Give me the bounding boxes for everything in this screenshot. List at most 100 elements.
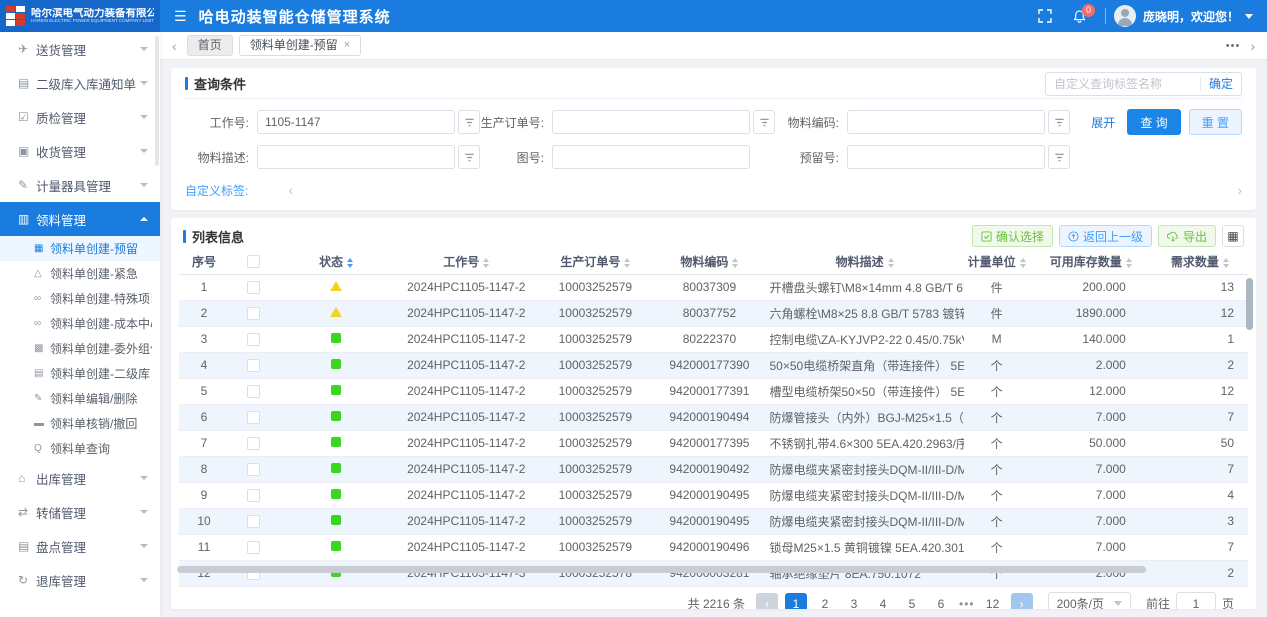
filter-icon[interactable]	[458, 145, 480, 169]
page-number-2[interactable]: 2	[814, 593, 836, 610]
fullscreen-icon[interactable]	[1038, 9, 1052, 23]
tags-scroll-right-icon[interactable]: ›	[1237, 182, 1242, 198]
submenu-item-领料单创建-成本中心[interactable]: ∞领料单创建-成本中心	[0, 311, 160, 336]
tabs-scroll-left-icon[interactable]: ‹	[168, 38, 181, 54]
page-number-4[interactable]: 4	[872, 593, 894, 610]
page-number-1[interactable]: 1	[785, 593, 807, 610]
sort-icon[interactable]	[1223, 258, 1229, 268]
back-to-parent-button[interactable]: 返回上一级	[1059, 225, 1152, 247]
submenu-item-领料单创建-紧急[interactable]: △领料单创建-紧急	[0, 261, 160, 286]
sort-icon[interactable]	[1020, 258, 1026, 268]
column-header-生产订单号[interactable]: 生产订单号	[537, 249, 653, 274]
column-header-checkbox[interactable]	[229, 249, 277, 274]
goto-page-input[interactable]	[1176, 592, 1216, 610]
table-row[interactable]: 52024HPC1105-1147-2100032525799420001773…	[179, 378, 1248, 404]
sort-icon[interactable]	[732, 258, 738, 268]
row-checkbox[interactable]	[247, 385, 260, 398]
row-checkbox[interactable]	[247, 489, 260, 502]
field-input[interactable]	[257, 110, 455, 134]
row-checkbox[interactable]	[247, 281, 260, 294]
confirm-selection-button[interactable]: 确认选择	[972, 225, 1053, 247]
sort-icon[interactable]	[1126, 258, 1132, 268]
vertical-scrollbar[interactable]	[1246, 278, 1253, 330]
reset-button[interactable]: 重 置	[1189, 109, 1242, 135]
page-number-3[interactable]: 3	[843, 593, 865, 610]
table-row[interactable]: 102024HPC1105-1147-210003252579942000190…	[179, 508, 1248, 534]
row-checkbox[interactable]	[247, 515, 260, 528]
table-row[interactable]: 32024HPC1105-1147-21000325257980222370控制…	[179, 326, 1248, 352]
table-row[interactable]: 82024HPC1105-1147-2100032525799420001904…	[179, 456, 1248, 482]
submenu-item-领料单创建-委外组件[interactable]: ▩领料单创建-委外组件	[0, 336, 160, 361]
tag-confirm-button[interactable]: 确定	[1209, 75, 1233, 92]
sidebar-item-转储管理[interactable]: ⇄转储管理	[0, 495, 160, 529]
search-button[interactable]: 查 询	[1127, 109, 1180, 135]
pagination-prev-icon[interactable]: ‹	[756, 593, 778, 610]
field-input[interactable]	[257, 145, 455, 169]
sidebar-item-领料管理[interactable]: ▥领料管理	[0, 202, 160, 236]
column-header-物料描述[interactable]: 物料描述	[765, 249, 963, 274]
tabs-scroll-right-icon[interactable]: ›	[1246, 38, 1259, 54]
table-row[interactable]: 92024HPC1105-1147-2100032525799420001904…	[179, 482, 1248, 508]
field-input[interactable]	[847, 110, 1045, 134]
filter-icon[interactable]	[753, 110, 775, 134]
row-checkbox[interactable]	[247, 359, 260, 372]
row-checkbox[interactable]	[247, 437, 260, 450]
submenu-item-领料单创建-二级库[interactable]: ▤领料单创建-二级库	[0, 361, 160, 386]
column-header-物料编码[interactable]: 物料编码	[653, 249, 765, 274]
column-header-工作号[interactable]: 工作号	[395, 249, 537, 274]
submenu-item-领料单创建-预留[interactable]: ▦领料单创建-预留	[0, 236, 160, 261]
table-row[interactable]: 62024HPC1105-1147-2100032525799420001904…	[179, 404, 1248, 430]
page-number-5[interactable]: 5	[901, 593, 923, 610]
horizontal-scrollbar[interactable]	[177, 566, 1146, 573]
table-row[interactable]: 112024HPC1105-1147-210003252579942000190…	[179, 534, 1248, 560]
row-checkbox[interactable]	[247, 333, 260, 346]
column-settings-icon[interactable]: ▦	[1222, 225, 1244, 247]
field-input[interactable]	[847, 145, 1045, 169]
column-header-计量单位[interactable]: 计量单位	[964, 249, 1030, 274]
sidebar-item-质检管理[interactable]: ☑质检管理	[0, 100, 160, 134]
row-checkbox[interactable]	[247, 541, 260, 554]
tab-首页[interactable]: 首页	[187, 35, 233, 56]
sidebar-item-二级库入库通知单[interactable]: ▤二级库入库通知单	[0, 66, 160, 100]
sort-icon[interactable]	[624, 258, 630, 268]
submenu-item-领料单编辑/删除[interactable]: ✎领料单编辑/删除	[0, 386, 160, 411]
table-row[interactable]: 12024HPC1105-1147-21000325257980037309开槽…	[179, 274, 1248, 300]
user-avatar[interactable]	[1114, 5, 1136, 27]
tags-scroll-left-icon[interactable]: ‹	[288, 182, 293, 198]
filter-icon[interactable]	[458, 110, 480, 134]
sort-icon[interactable]	[888, 258, 894, 268]
sidebar-item-收货管理[interactable]: ▣收货管理	[0, 134, 160, 168]
sidebar-item-计量器具管理[interactable]: ✎计量器具管理	[0, 168, 160, 202]
table-row[interactable]: 22024HPC1105-1147-21000325257980037752六角…	[179, 300, 1248, 326]
sidebar-item-退库管理[interactable]: ↻退库管理	[0, 563, 160, 597]
table-row[interactable]: 42024HPC1105-1147-2100032525799420001773…	[179, 352, 1248, 378]
sidebar-item-盘点管理[interactable]: ▤盘点管理	[0, 529, 160, 563]
sidebar-collapse-icon[interactable]: ☰	[174, 8, 187, 25]
submenu-item-领料单核销/撤回[interactable]: ▬领料单核销/撤回	[0, 411, 160, 436]
page-size-select[interactable]: 200条/页	[1048, 592, 1131, 610]
pagination-next-icon[interactable]: ›	[1011, 593, 1033, 610]
sidebar-scrollbar[interactable]	[155, 36, 159, 166]
user-menu-caret-icon[interactable]	[1245, 14, 1253, 19]
row-checkbox[interactable]	[247, 463, 260, 476]
user-greeting[interactable]: 庞晓明，欢迎您！	[1143, 8, 1239, 25]
tabs-more-icon[interactable]: •••	[1226, 40, 1241, 52]
column-header-可用库存数量[interactable]: 可用库存数量	[1030, 249, 1152, 274]
page-number-12[interactable]: 12	[982, 593, 1004, 610]
filter-icon[interactable]	[1048, 145, 1070, 169]
sort-icon[interactable]	[483, 258, 489, 268]
notification-bell-icon[interactable]: 0	[1072, 9, 1087, 24]
row-checkbox[interactable]	[247, 307, 260, 320]
page-number-6[interactable]: 6	[930, 593, 952, 610]
pagination-ellipsis[interactable]: •••	[959, 597, 975, 610]
table-row[interactable]: 122024HPC1105-1147-310003252578942000003…	[179, 560, 1248, 586]
row-checkbox[interactable]	[247, 411, 260, 424]
table-row[interactable]: 72024HPC1105-1147-2100032525799420001773…	[179, 430, 1248, 456]
field-input[interactable]	[552, 110, 750, 134]
sidebar-item-出库管理[interactable]: ⌂出库管理	[0, 461, 160, 495]
filter-icon[interactable]	[1048, 110, 1070, 134]
submenu-item-领料单创建-特殊项目[interactable]: ∞领料单创建-特殊项目	[0, 286, 160, 311]
tab-close-icon[interactable]: ×	[344, 36, 350, 55]
sidebar-item-送货管理[interactable]: ✈送货管理	[0, 32, 160, 66]
export-button[interactable]: 导出	[1158, 225, 1216, 247]
